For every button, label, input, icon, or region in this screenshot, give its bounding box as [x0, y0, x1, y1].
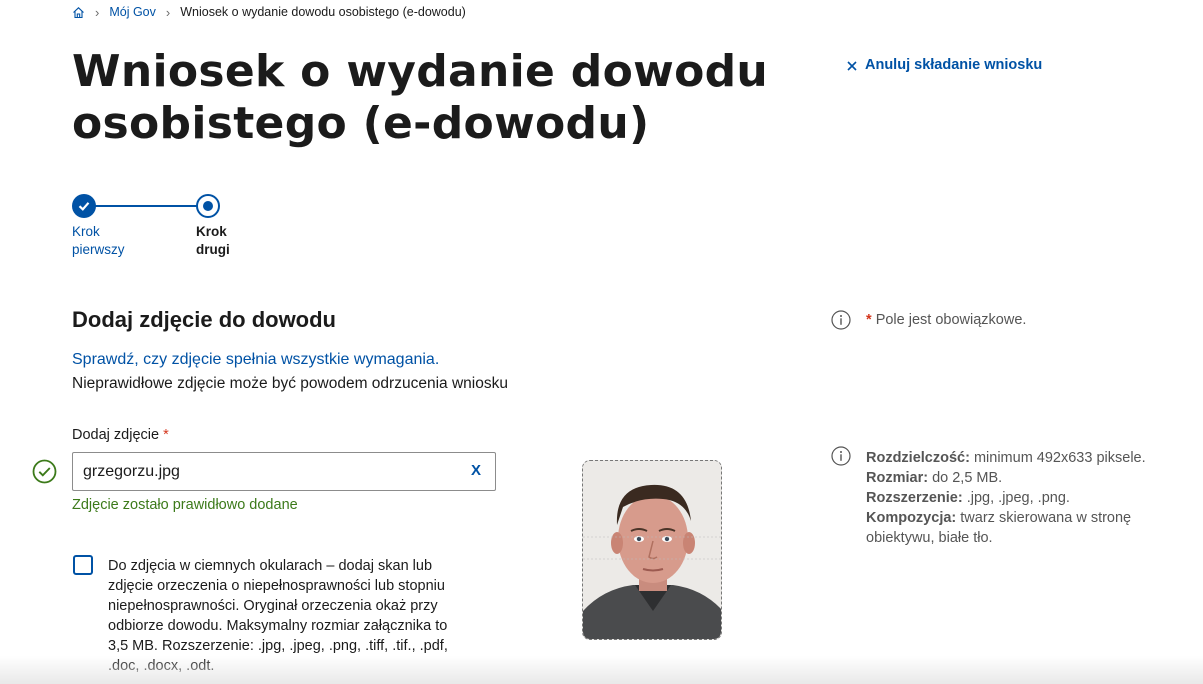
home-icon[interactable] — [72, 6, 85, 19]
close-icon — [846, 60, 858, 72]
upload-success-message: Zdjęcie zostało prawidłowo dodane — [72, 497, 298, 513]
chevron-right-icon: › — [165, 4, 171, 20]
cancel-application-label: Anuluj składanie wniosku — [865, 57, 1043, 73]
photo-requirements-link[interactable]: Sprawdź, czy zdjęcie spełnia wszystkie w… — [72, 351, 439, 369]
breadcrumb-current: Wniosek o wydanie dowodu osobistego (e-d… — [180, 5, 466, 19]
breadcrumb-link-moj-gov[interactable]: Mój Gov — [109, 5, 156, 19]
rejection-warning: Nieprawidłowe zdjęcie może być powodem o… — [72, 375, 508, 392]
mandatory-field-note: * Pole jest obowiązkowe. — [866, 312, 1026, 328]
info-icon — [831, 310, 851, 330]
requirement-extension: Rozszerzenie: .jpg, .jpeg, .png. — [866, 490, 1070, 506]
step-completed-check-icon[interactable] — [72, 194, 96, 218]
cancel-application-button[interactable]: Anuluj składanie wniosku — [846, 57, 1042, 73]
page-title: Wniosek o wydanie dowodu osobistego (e-d… — [72, 46, 769, 149]
photo-file-input[interactable]: grzegorzu.jpg X — [72, 452, 496, 491]
step-current-indicator — [196, 194, 220, 218]
requirement-size: Rozmiar: do 2,5 MB. — [866, 470, 1003, 486]
requirement-resolution: Rozdzielczość: minimum 492x633 piksele. — [866, 450, 1146, 466]
upload-field-label: Dodaj zdjęcie * — [72, 427, 169, 443]
breadcrumb: › Mój Gov › Wniosek o wydanie dowodu oso… — [72, 4, 466, 20]
step-label-second: Krok drugi — [196, 224, 230, 257]
required-asterisk: * — [163, 427, 169, 443]
chevron-right-icon: › — [95, 4, 100, 20]
bottom-bar-shadow — [0, 656, 1203, 684]
requirement-composition: Kompozycja: twarz skierowana w stronę ob… — [866, 510, 1132, 546]
mandatory-field-text: Pole jest obowiązkowe. — [875, 312, 1027, 328]
required-asterisk: * — [866, 312, 872, 328]
photo-preview — [582, 460, 722, 640]
photo-requirements-list: Rozdzielczość: minimum 492x633 piksele. … — [866, 448, 1166, 548]
dark-glasses-checkbox[interactable] — [73, 555, 93, 575]
info-icon — [831, 446, 851, 466]
file-name: grzegorzu.jpg — [83, 462, 180, 480]
section-title: Dodaj zdjęcie do dowodu — [72, 307, 336, 332]
upload-label-text: Dodaj zdjęcie — [72, 427, 160, 443]
stepper-connector — [94, 205, 198, 207]
clear-file-button[interactable]: X — [471, 462, 481, 479]
stepper: Krok pierwszy Krok drugi — [72, 194, 272, 264]
valid-check-circle-icon — [32, 459, 57, 484]
step-label-first[interactable]: Krok pierwszy — [72, 223, 142, 259]
